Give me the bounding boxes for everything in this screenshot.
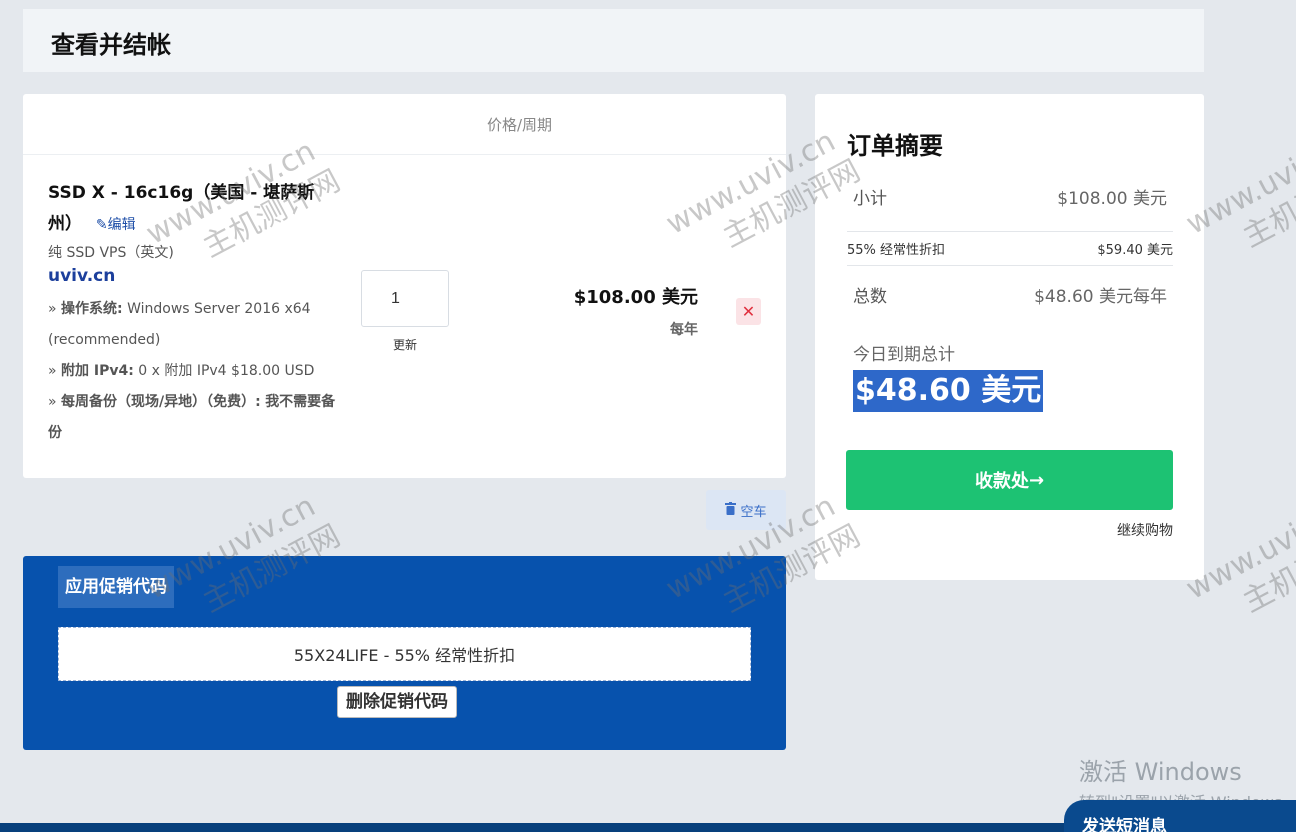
page-title: 查看并结帐 — [51, 31, 171, 59]
total-label: 总数 — [853, 287, 887, 307]
subtotal-label: 小计 — [853, 189, 887, 209]
product-options: » 操作系统: Windows Server 2016 x64 (recomme… — [48, 294, 338, 449]
product-domain: uviv.cn — [48, 266, 116, 286]
watermark-name: 主机测评网 — [1237, 518, 1296, 620]
checkout-button[interactable]: 收款处 → — [846, 450, 1173, 510]
option-key: 附加 IPv4: — [61, 363, 134, 379]
watermark-name: 主机测评网 — [1237, 153, 1296, 255]
chat-tab[interactable]: 发送短消息 — [1064, 800, 1296, 832]
checkout-label: 收款处 — [974, 471, 1029, 492]
activation-title: 激活 Windows — [1079, 758, 1242, 786]
empty-cart-label: 空车 — [740, 504, 767, 520]
discount-row: 55% 经常性折扣 $59.40 美元 — [847, 239, 1173, 258]
divider — [847, 231, 1173, 232]
item-billing-cycle: 每年 — [670, 322, 698, 338]
subtotal-value: $108.00 美元 — [1057, 189, 1167, 209]
due-today-amount: $48.60 美元 — [853, 370, 1044, 412]
total-row: 总数 $48.60 美元每年 — [847, 282, 1173, 307]
order-summary: 订单摘要 小计 $108.00 美元 55% 经常性折扣 $59.40 美元 总… — [815, 94, 1204, 580]
divider — [847, 265, 1173, 266]
close-icon: ✕ — [741, 302, 756, 321]
empty-cart-button[interactable]: 空车 — [706, 490, 786, 530]
discount-label: 55% 经常性折扣 — [847, 243, 946, 258]
option-backup: » 每周备份（现场/异地）（免费）: 我不需要备份 — [48, 394, 336, 441]
update-button[interactable]: 更新 — [393, 336, 417, 353]
remove-promo-button[interactable]: 删除促销代码 — [337, 686, 457, 718]
total-value: $48.60 美元每年 — [1034, 287, 1167, 307]
item-price: $108.00 美元 — [573, 287, 698, 308]
edit-link[interactable]: ✎编辑 — [96, 217, 136, 233]
remove-item-button[interactable]: ✕ — [736, 298, 761, 325]
chat-tab-label: 发送短消息 — [1082, 817, 1167, 832]
promo-panel: 应用促销代码 55X24LIFE - 55% 经常性折扣 删除促销代码 — [23, 556, 786, 750]
option-value: 0 x 附加 IPv4 $18.00 USD — [138, 363, 315, 379]
promo-title[interactable]: 应用促销代码 — [58, 566, 174, 608]
due-today-label: 今日到期总计 — [853, 345, 955, 365]
continue-shopping-link[interactable]: 继续购物 — [1117, 520, 1173, 540]
product-name: SSD X - 16c16g（美国 - 堪萨斯州） — [48, 183, 315, 234]
summary-title: 订单摘要 — [847, 132, 943, 160]
cart-column-header: 价格/周期 — [23, 94, 786, 155]
cart-card: 价格/周期 SSD X - 16c16g（美国 - 堪萨斯州） ✎编辑 纯 SS… — [23, 94, 786, 478]
cart-item-name: SSD X - 16c16g（美国 - 堪萨斯州） ✎编辑 — [48, 178, 328, 241]
quantity-input[interactable] — [361, 270, 449, 327]
edit-label: 编辑 — [107, 217, 136, 233]
applied-promo-code: 55X24LIFE - 55% 经常性折扣 — [58, 627, 751, 681]
option-key: 每周备份（现场/异地）（免费）: — [61, 394, 261, 410]
option-ipv4: » 附加 IPv4: 0 x 附加 IPv4 $18.00 USD — [48, 363, 315, 379]
option-key: 操作系统: — [61, 301, 123, 317]
option-os: » 操作系统: Windows Server 2016 x64 (recomme… — [48, 301, 311, 348]
pencil-icon: ✎ — [95, 217, 108, 233]
trash-icon — [725, 501, 737, 519]
subtotal-row: 小计 $108.00 美元 — [847, 184, 1173, 209]
arrow-right-icon: → — [1028, 469, 1045, 491]
product-group: 纯 SSD VPS（英文) — [48, 245, 174, 261]
page-header: 查看并结帐 — [23, 9, 1204, 72]
discount-value: $59.40 美元 — [1097, 243, 1173, 258]
